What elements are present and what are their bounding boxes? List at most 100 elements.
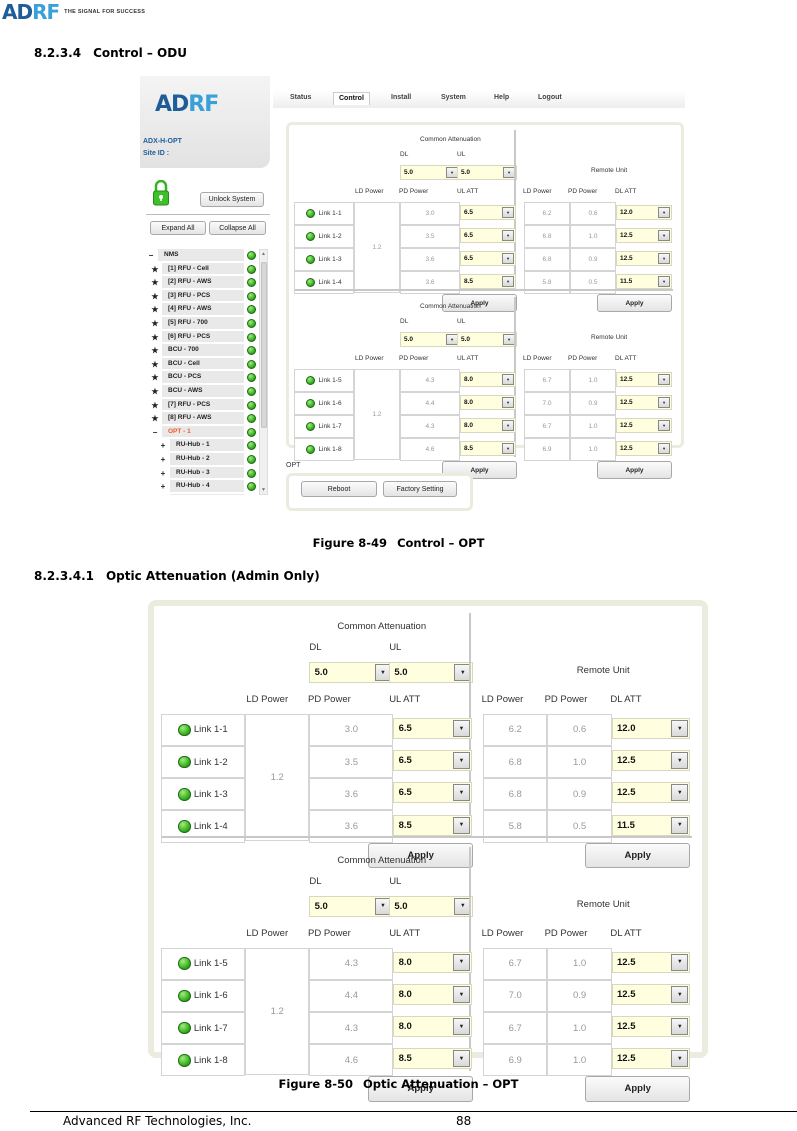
tree-toggle-icon[interactable]: ★ — [150, 331, 160, 344]
reboot-button[interactable]: Reboot — [301, 481, 377, 497]
dropdown-arrow-icon[interactable]: ▼ — [671, 1018, 689, 1036]
tree-node-label[interactable]: [1] RFU - Cell — [162, 262, 244, 276]
dl-att-select[interactable]: 12.5 ▼ — [616, 372, 672, 387]
ul-att-select[interactable]: 6.5 ▼ — [393, 782, 472, 804]
dl-att-select[interactable]: 12.5 ▼ — [616, 418, 672, 433]
dl-att-select[interactable]: 12.5 ▼ — [611, 1048, 691, 1070]
tree-toggle-icon[interactable]: ★ — [150, 276, 160, 289]
tree-node-label[interactable]: NMS — [158, 249, 244, 262]
tree-node[interactable]: ★ [5] RFU - 700 — [146, 317, 258, 330]
tree-node[interactable]: ★ [7] RFU - PCS — [146, 398, 258, 412]
dl-att-select[interactable]: 12.0 ▼ — [611, 718, 691, 739]
tree-node-label[interactable]: [4] RFU - AWS — [162, 303, 244, 316]
tree-toggle-icon[interactable]: ★ — [150, 371, 160, 384]
tree-toggle-icon[interactable]: + — [158, 439, 168, 452]
ul-att-select[interactable]: 8.5 ▼ — [393, 1048, 472, 1070]
dl-apply-button[interactable]: Apply — [597, 294, 672, 312]
dropdown-arrow-icon[interactable]: ▼ — [452, 720, 470, 737]
dropdown-arrow-icon[interactable]: ▼ — [452, 1018, 470, 1036]
dropdown-arrow-icon[interactable]: ▼ — [658, 443, 670, 454]
tree-node-label[interactable]: [2] RFU - AWS — [162, 276, 244, 289]
tree-node[interactable]: ★ BCU - 700 — [146, 344, 258, 357]
dropdown-arrow-icon[interactable]: ▼ — [671, 784, 689, 802]
dropdown-arrow-icon[interactable]: ▼ — [658, 207, 670, 218]
common-ul-select[interactable]: 5.0 ▼ — [457, 332, 517, 347]
tree-node-label[interactable]: [3] RFU - PCS — [162, 289, 244, 303]
tree-toggle-icon[interactable]: − — [146, 249, 156, 262]
dropdown-arrow-icon[interactable]: ▼ — [658, 276, 670, 287]
dl-att-select[interactable]: 12.0 ▼ — [616, 205, 672, 220]
ul-att-select[interactable]: 6.5 ▼ — [460, 205, 516, 220]
dl-att-select[interactable]: 12.5 ▼ — [611, 750, 691, 772]
common-dl-select[interactable]: 5.0 ▼ — [400, 165, 460, 180]
tree-node-label[interactable]: RU-Hub - 4 — [170, 480, 244, 493]
dropdown-arrow-icon[interactable]: ▼ — [658, 397, 670, 408]
tree-node-label[interactable]: RU-Hub - 2 — [170, 453, 244, 466]
tree-node-label[interactable]: BCU - Cell — [162, 357, 244, 371]
dropdown-arrow-icon[interactable]: ▼ — [671, 720, 689, 737]
tree-node[interactable]: ★ [1] RFU - Cell — [146, 262, 258, 276]
tree-node[interactable]: ★ BCU - AWS — [146, 385, 258, 398]
dl-att-select[interactable]: 12.5 ▼ — [616, 251, 672, 266]
common-ul-select[interactable]: 5.0 ▼ — [389, 662, 474, 683]
tree-node-label[interactable]: RU-Hub - 5 — [170, 493, 244, 495]
tree-node-label[interactable]: [6] RFU - PCS — [162, 330, 244, 344]
dl-apply-button[interactable]: Apply — [585, 842, 691, 868]
dropdown-arrow-icon[interactable]: ▼ — [658, 374, 670, 385]
ul-att-select[interactable]: 8.0 ▼ — [460, 418, 516, 433]
tree-node[interactable]: ★ [6] RFU - PCS — [146, 330, 258, 344]
ul-att-select[interactable]: 8.0 ▼ — [393, 984, 472, 1005]
tree-node[interactable]: + RU-Hub - 2 — [146, 453, 258, 466]
ul-att-select[interactable]: 6.5 ▼ — [460, 228, 516, 243]
dl-att-select[interactable]: 11.5 ▼ — [616, 274, 672, 289]
tab-help[interactable]: Help — [494, 94, 509, 101]
dropdown-arrow-icon[interactable]: ▼ — [502, 230, 514, 241]
tree-node[interactable]: + RU-Hub - 1 — [146, 439, 258, 452]
dropdown-arrow-icon[interactable]: ▼ — [502, 420, 514, 431]
common-ul-select[interactable]: 5.0 ▼ — [457, 165, 517, 180]
tab-install[interactable]: Install — [391, 94, 411, 101]
dropdown-arrow-icon[interactable]: ▼ — [502, 276, 514, 287]
tree-node-label[interactable]: RU-Hub - 1 — [170, 439, 244, 452]
scroll-down-icon[interactable]: ▼ — [260, 487, 267, 493]
expand-all-button[interactable]: Expand All — [150, 221, 206, 235]
tree-toggle-icon[interactable]: ★ — [150, 358, 160, 371]
tree-node[interactable]: ★ [2] RFU - AWS — [146, 276, 258, 289]
ul-att-select[interactable]: 6.5 ▼ — [393, 718, 472, 739]
scroll-up-icon[interactable]: ▲ — [260, 251, 267, 257]
dropdown-arrow-icon[interactable]: ▼ — [452, 816, 470, 834]
tree-node-label[interactable]: [7] RFU - PCS — [162, 398, 244, 412]
tree-toggle-icon[interactable]: ★ — [150, 399, 160, 412]
dl-att-select[interactable]: 12.5 ▼ — [616, 228, 672, 243]
tree-node-label[interactable]: OPT - 1 — [162, 425, 244, 439]
common-ul-select[interactable]: 5.0 ▼ — [389, 895, 474, 917]
tree-node[interactable]: − OPT - 1 — [146, 425, 258, 439]
ul-att-select[interactable]: 6.5 ▼ — [460, 251, 516, 266]
unlock-system-button[interactable]: Unlock System — [200, 192, 264, 207]
tree-toggle-icon[interactable]: ★ — [150, 290, 160, 303]
tree-node-label[interactable]: [8] RFU - AWS — [162, 412, 244, 425]
dropdown-arrow-icon[interactable]: ▼ — [452, 953, 470, 971]
tree-node-label[interactable]: BCU - AWS — [162, 385, 244, 398]
dropdown-arrow-icon[interactable]: ▼ — [452, 752, 470, 770]
tab-logout[interactable]: Logout — [538, 94, 562, 101]
dl-att-select[interactable]: 12.5 ▼ — [611, 1016, 691, 1038]
dropdown-arrow-icon[interactable]: ▼ — [671, 1050, 689, 1068]
tree-toggle-icon[interactable]: ★ — [150, 412, 160, 425]
dropdown-arrow-icon[interactable]: ▼ — [671, 816, 689, 834]
ul-att-select[interactable]: 8.0 ▼ — [393, 951, 472, 973]
ul-att-select[interactable]: 8.0 ▼ — [393, 1016, 472, 1038]
tree-toggle-icon[interactable]: + — [158, 453, 168, 466]
tree-node[interactable]: ★ [8] RFU - AWS — [146, 412, 258, 425]
tree-node[interactable]: ★ [4] RFU - AWS — [146, 303, 258, 316]
tree-node-label[interactable]: RU-Hub - 3 — [170, 466, 244, 480]
tree-node[interactable]: ★ BCU - PCS — [146, 371, 258, 384]
dl-att-select[interactable]: 12.5 ▼ — [616, 395, 672, 410]
tree-toggle-icon[interactable]: − — [150, 426, 160, 439]
tree-toggle-icon[interactable]: ★ — [150, 385, 160, 398]
dropdown-arrow-icon[interactable]: ▼ — [452, 784, 470, 802]
dropdown-arrow-icon[interactable]: ▼ — [671, 752, 689, 770]
tree-toggle-icon[interactable]: ★ — [150, 303, 160, 316]
dl-att-select[interactable]: 12.5 ▼ — [611, 984, 691, 1005]
tree-node[interactable]: ★ [3] RFU - PCS — [146, 289, 258, 303]
